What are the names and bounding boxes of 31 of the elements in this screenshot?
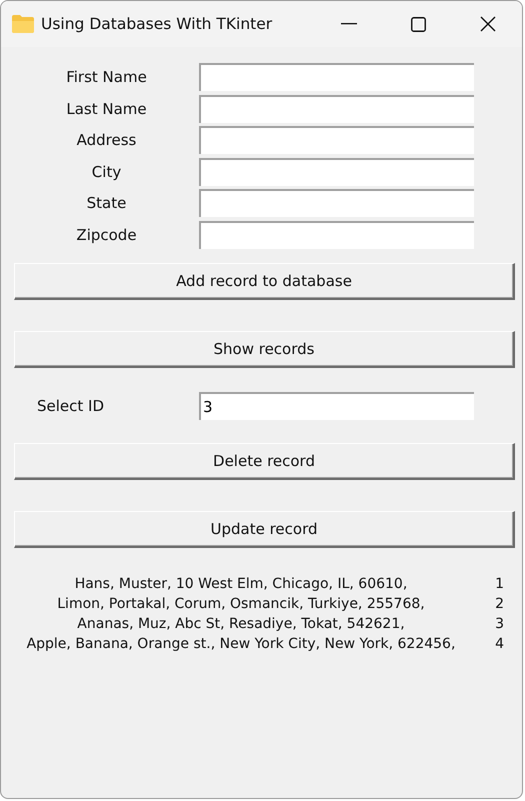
record-text: Ananas, Muz, Abc St, Resadiye, Tokat, 542621,: [76, 614, 406, 634]
input-field[interactable]: [199, 63, 474, 91]
record-id: 2: [494, 594, 504, 614]
input-field[interactable]: [199, 94, 474, 122]
maximize-icon[interactable]: [411, 16, 426, 32]
update-record-button[interactable]: Update record: [14, 510, 515, 548]
delete-record-button[interactable]: Delete record: [14, 442, 515, 480]
record-text: Apple, Banana, Orange st., New York City, New York, 622456,: [26, 634, 456, 654]
field-label: Last Name: [65, 100, 148, 118]
input-field[interactable]: [199, 189, 474, 217]
record-id: 1: [494, 574, 504, 594]
input-field[interactable]: 3: [199, 392, 474, 420]
input-field[interactable]: [199, 158, 474, 186]
field-label: Zipcode: [75, 226, 138, 244]
field-label: Address: [76, 131, 138, 149]
folder-icon: [11, 14, 35, 34]
field-label: Select ID: [36, 396, 106, 414]
record-id: 3: [494, 614, 504, 634]
record-text: Limon, Portakal, Corum, Osmancik, Turkiye, 255768,: [56, 594, 426, 614]
input-field[interactable]: [199, 220, 474, 248]
field-label: State: [86, 194, 128, 212]
field-label: First Name: [65, 68, 148, 86]
field-label: City: [90, 162, 122, 180]
show-records-button[interactable]: Show records: [14, 330, 515, 368]
close-icon[interactable]: [480, 16, 496, 32]
record-id: 4: [494, 634, 504, 654]
minimize-icon[interactable]: [341, 23, 357, 25]
input-field[interactable]: [199, 126, 474, 154]
add-record-button[interactable]: Add record to database: [14, 262, 515, 300]
window-title: Using Databases With TKinter: [41, 15, 272, 33]
record-text: Hans, Muster, 10 West Elm, Chicago, IL, 60610,: [74, 574, 408, 594]
